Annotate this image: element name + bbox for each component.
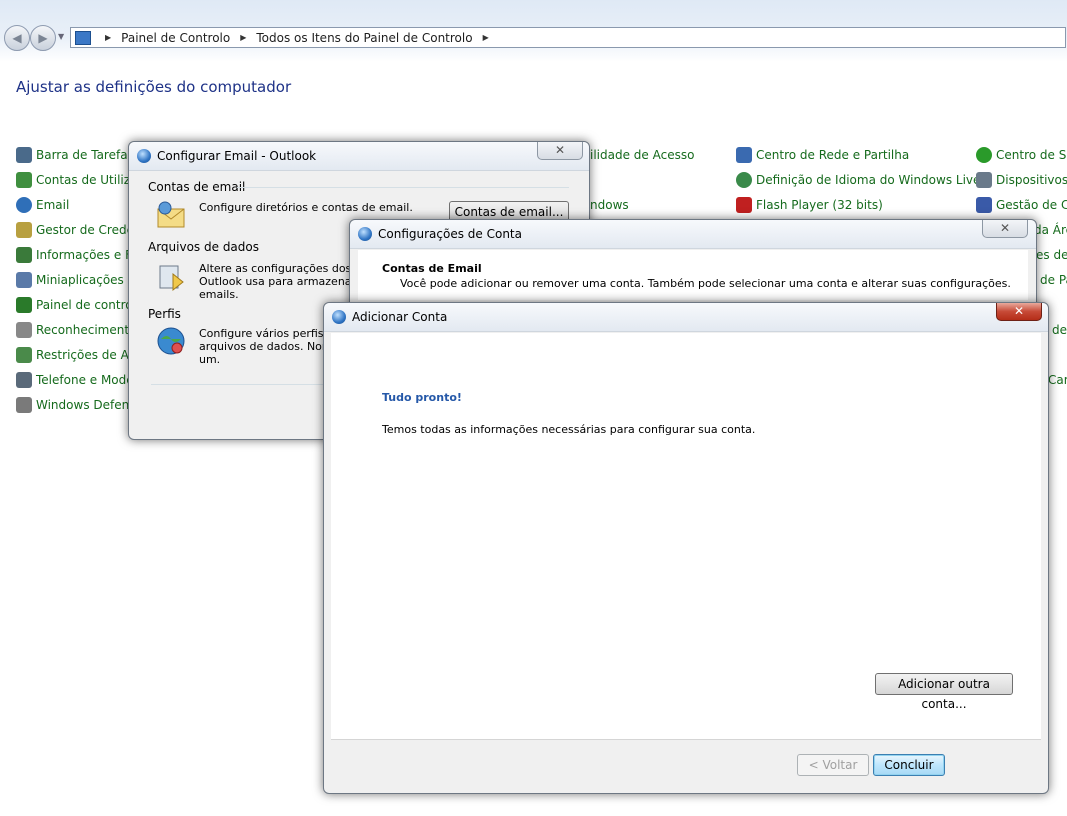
add-another-account-button[interactable]: Adicionar outra conta... xyxy=(875,673,1013,711)
mail-setup-titlebar: Configurar Email - Outlook xyxy=(129,142,589,171)
mail-globe-icon xyxy=(332,310,346,324)
cp-item-java[interactable]: Painel de controlo xyxy=(16,295,143,315)
globe-icon xyxy=(736,172,752,188)
cp-item-credential-manager[interactable]: Gestor de Creden xyxy=(16,220,142,240)
add-account-titlebar: Adicionar Conta xyxy=(324,303,1048,332)
close-button[interactable]: ✕ xyxy=(537,142,583,160)
breadcrumb-arrow-icon[interactable]: ▶ xyxy=(240,33,246,42)
back-button[interactable]: ◀ xyxy=(4,25,30,51)
breadcrumb-item-control-panel[interactable]: Painel de Controlo xyxy=(121,31,230,45)
cp-item-parental-controls[interactable]: Restrições de Ace xyxy=(16,345,143,365)
devices-icon xyxy=(976,172,992,188)
profiles-section-label: Perfis xyxy=(148,307,181,321)
cp-item-windows-defender[interactable]: Windows Defende xyxy=(16,395,144,415)
breadcrumb-arrow-icon[interactable]: ▶ xyxy=(483,33,489,42)
parental-icon xyxy=(16,347,32,363)
section-divider xyxy=(237,187,569,188)
page-title: Ajustar as definições do computador xyxy=(16,78,292,96)
cp-item-sync-center[interactable]: Centro de Sin xyxy=(976,145,1067,165)
taskbar-icon xyxy=(16,147,32,163)
data-files-section-label: Arquivos de dados xyxy=(148,240,259,254)
cp-item-flash-player[interactable]: Flash Player (32 bits) xyxy=(736,195,883,215)
users-icon xyxy=(16,172,32,188)
email-globe-icon xyxy=(16,197,32,213)
account-settings-titlebar: Configurações de Conta xyxy=(350,220,1036,249)
cp-item-phone-modem[interactable]: Telefone e Moder xyxy=(16,370,139,390)
cp-item-color-management[interactable]: Gestão de Co xyxy=(976,195,1067,215)
sync-icon xyxy=(976,147,992,163)
cp-item-devices-printers[interactable]: Dispositivos e xyxy=(976,170,1067,190)
flash-icon xyxy=(736,197,752,213)
close-button[interactable]: ✕ xyxy=(996,303,1042,321)
cp-item-performance[interactable]: Informações e Fer xyxy=(16,245,144,265)
cp-item-windows-live-language[interactable]: Definição de Idioma do Windows Live xyxy=(736,170,980,190)
profiles-line-3: um. xyxy=(199,353,221,366)
cp-item-taskbar[interactable]: Barra de Tarefas e xyxy=(16,145,145,165)
phone-icon xyxy=(16,372,32,388)
cp-item-ease-of-access[interactable]: ilidade de Acesso xyxy=(590,145,694,165)
cp-item-col4-7[interactable]: de xyxy=(1052,320,1067,340)
account-settings-header xyxy=(358,250,1028,300)
ready-heading: Tudo pronto! xyxy=(382,391,462,404)
data-files-line-2: Outlook usa para armazenar xyxy=(199,275,357,288)
finish-button[interactable]: Concluir xyxy=(873,754,945,776)
cp-item-col4-8[interactable]: Car xyxy=(1048,370,1067,390)
performance-icon xyxy=(16,247,32,263)
cp-item-email[interactable]: Email xyxy=(16,195,69,215)
breadcrumb-arrow-icon[interactable]: ▶ xyxy=(105,33,111,42)
credential-icon xyxy=(16,222,32,238)
profiles-line-2: arquivos de dados. Norm xyxy=(199,340,337,353)
control-panel-icon xyxy=(75,30,91,45)
gadgets-icon xyxy=(16,272,32,288)
envelope-icon xyxy=(157,201,185,228)
profiles-icon xyxy=(157,327,185,355)
cp-item-col4-6[interactable]: de Pa xyxy=(1040,270,1067,290)
close-button[interactable]: ✕ xyxy=(982,220,1028,238)
mail-globe-icon xyxy=(137,149,151,163)
profiles-line-1: Configure vários perfis d xyxy=(199,327,335,340)
java-icon xyxy=(16,297,32,313)
email-accounts-description: Configure diretórios e contas de email. xyxy=(199,201,413,214)
add-account-dialog: Adicionar Conta ✕ Tudo pronto! Temos tod… xyxy=(323,302,1049,794)
address-bar[interactable]: ▶ Painel de Controlo ▶ Todos os Itens do… xyxy=(70,27,1066,48)
email-accounts-heading: Contas de Email xyxy=(382,262,482,275)
breadcrumb-item-all-items[interactable]: Todos os Itens do Painel de Controlo xyxy=(256,31,472,45)
ready-message: Temos todas as informações necessárias p… xyxy=(382,423,756,436)
cp-item-col4-5[interactable]: es de P xyxy=(1036,245,1067,265)
data-files-line-3: emails. xyxy=(199,288,239,301)
email-accounts-instructions: Você pode adicionar ou remover uma conta… xyxy=(400,277,1011,290)
forward-button[interactable]: ▶ xyxy=(30,25,56,51)
email-accounts-section-label: Contas de email xyxy=(148,180,246,194)
cp-item-network-sharing[interactable]: Centro de Rede e Partilha xyxy=(736,145,909,165)
add-account-content: Tudo pronto! Temos todas as informações … xyxy=(331,333,1041,740)
microphone-icon xyxy=(16,322,32,338)
cp-item-speech-recognition[interactable]: Reconhecimento xyxy=(16,320,136,340)
mail-globe-icon xyxy=(358,227,372,241)
back-button[interactable]: < Voltar xyxy=(797,754,869,776)
data-files-line-1: Altere as configurações dos a xyxy=(199,262,362,275)
cp-item-user-accounts[interactable]: Contas de Utilizad xyxy=(16,170,145,190)
defender-icon xyxy=(16,397,32,413)
network-icon xyxy=(736,147,752,163)
cp-item-gadgets[interactable]: Miniaplicações de xyxy=(16,270,143,290)
recent-pages-dropdown-icon[interactable]: ▼ xyxy=(58,32,64,41)
cp-item-windows[interactable]: ndows xyxy=(590,195,629,215)
data-files-icon xyxy=(159,265,184,292)
color-icon xyxy=(976,197,992,213)
cp-item-col4-4[interactable]: da Áre xyxy=(1034,220,1067,240)
